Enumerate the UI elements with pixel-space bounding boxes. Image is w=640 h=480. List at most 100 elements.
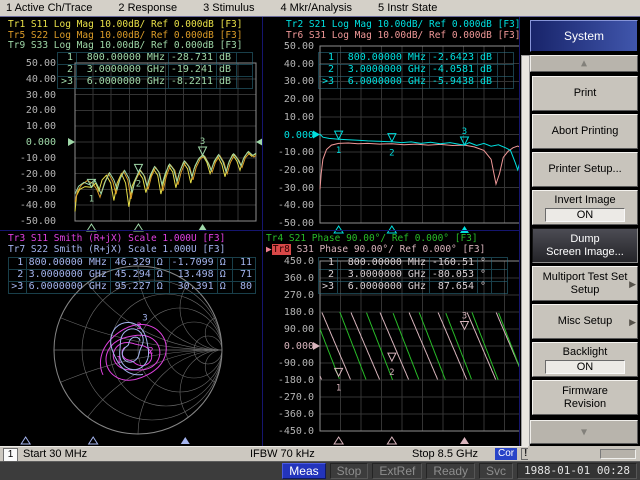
marker-row: >36.0000000 GHz-8.2211dB [57, 77, 253, 89]
softkey-abort-printing[interactable]: Abort Printing [532, 114, 638, 149]
marker-cell: >3 [8, 282, 27, 293]
marker-cell [237, 77, 253, 88]
marker-cell: 3.0000000 GHz [27, 270, 111, 281]
smith-marker-label: 2 [148, 346, 153, 356]
softkey-label: Printer Setup... [548, 163, 621, 176]
vna-screen: 1 Active Ch/Trace 2 Response 3 Stimulus 4 M… [0, 0, 640, 480]
marker-3-label: 3 [200, 137, 205, 147]
tr-y-axis-label: -10.00 [264, 147, 314, 158]
marker-cell: >3 [318, 77, 338, 88]
softkey-misc-setup[interactable]: Misc Setup▶ [532, 304, 638, 339]
tl-y-axis-label: -10.00 [6, 153, 56, 164]
active-trace-arrow-icon: ▶ [266, 244, 272, 255]
softkey-label: Misc Setup [558, 315, 612, 328]
softkey-label: Setup [571, 284, 600, 297]
marker-cell: 87.654 [430, 282, 478, 293]
softkey-multiport-test-set-setup[interactable]: Multiport Test SetSetup▶ [532, 266, 638, 301]
marker-cell: 2 [318, 65, 338, 76]
down-triangle-icon: ▼ [581, 427, 587, 438]
softkey-menu-footer [528, 446, 640, 461]
tl-y-axis-label: -40.00 [6, 200, 56, 211]
menu-item-1[interactable]: 1 Active Ch/Trace [6, 2, 92, 14]
instrument-status-bar: MeasStopExtRefReadySvc1988-01-01 00:28 [0, 461, 640, 480]
marker-cell: 2 [8, 270, 27, 281]
tr-y-axis-label: 30.00 [264, 76, 314, 87]
menu-item-2[interactable]: 2 Response [118, 2, 177, 14]
softkey-label: Screen Image... [546, 246, 624, 259]
smith-marker-label: 3 [136, 322, 141, 332]
tr-y-axis-label: 0.000 [264, 130, 314, 141]
marker-cell: Ω [218, 258, 233, 269]
softkey-scroll-down-button[interactable]: ▼ [530, 420, 638, 444]
tr-header-1: Tr2 S21 Log Mag 10.00dB/ Ref 0.000dB [F3… [286, 20, 521, 31]
tr-y-axis-label: 10.00 [264, 112, 314, 123]
menu-item-5[interactable]: 5 Instr State [378, 2, 437, 14]
datetime-display: 1988-01-01 00:28 [517, 463, 637, 479]
softkey-print[interactable]: Print [532, 76, 638, 111]
marker-row: >36.0000000 GHz-5.9438dB [318, 77, 514, 89]
softkey-label: Revision [564, 398, 606, 411]
status-badge-svc: Svc [479, 463, 513, 479]
panel-divider-vertical [262, 17, 263, 446]
softkey-dump-screen-image[interactable]: DumpScreen Image... [532, 228, 638, 263]
stimulus-marker-triangle [89, 437, 98, 444]
softkey-label: Multiport Test Set [543, 271, 628, 284]
marker-cell: 800.00000 MHz [77, 53, 169, 64]
start-frequency-label: Start 30 MHz [23, 448, 87, 460]
marker-cell: 80 [233, 282, 256, 293]
marker-cell: 3.0000000 GHz [77, 65, 169, 76]
marker-cell: dB [478, 53, 498, 64]
marker-cell: dB [217, 65, 237, 76]
tr-y-axis-label: 20.00 [264, 94, 314, 105]
softkey-scroll-up-button[interactable]: ▲ [530, 55, 638, 72]
softkey-label: Backlight [563, 346, 608, 359]
softkey-printer-setup[interactable]: Printer Setup... [532, 152, 638, 187]
marker-1-triangle-icon [335, 131, 343, 139]
tl-y-axis-label: 0.000 [6, 137, 56, 148]
softkey-backlight[interactable]: BacklightON [532, 342, 638, 377]
marker-cell: 1 [8, 258, 27, 269]
tr-marker-table: 1800.00000 MHz-2.6423dB23.0000000 GHz-4.… [318, 52, 514, 89]
ref-level-arrow-left [313, 342, 320, 350]
tr-header-2: Tr6 S31 Log Mag 10.00dB/ Ref 0.000dB [F3… [286, 31, 521, 42]
br-y-axis-label: 360.0 [264, 273, 314, 284]
marker-cell: ° [478, 282, 492, 293]
panel-divider-horizontal [0, 230, 519, 231]
up-triangle-icon: ▲ [581, 58, 587, 69]
tl-y-axis-label: -30.00 [6, 184, 56, 195]
stop-frequency-label: Stop 8.5 GHz [412, 448, 478, 460]
footer-inset [600, 449, 636, 459]
softkey-invert-image[interactable]: Invert ImageON [532, 190, 638, 225]
tl-y-axis-label: 30.00 [6, 90, 56, 101]
marker-cell: Ω [155, 258, 170, 269]
menu-item-3[interactable]: 3 Stimulus [203, 2, 254, 14]
menu-item-4[interactable]: 4 Mkr/Analysis [280, 2, 352, 14]
softkey-label: Print [574, 87, 597, 100]
marker-cell: -8.2211 [169, 77, 217, 88]
status-badge-meas: Meas [282, 463, 325, 479]
marker-cell: 6.0000000 GHz [338, 77, 430, 88]
marker-cell: 6.0000000 GHz [77, 77, 169, 88]
br-y-axis-label: 0.000 [264, 341, 314, 352]
softkey-scrollbar[interactable] [521, 55, 530, 447]
smith-marker-label: 3 [142, 314, 147, 324]
marker-cell: -4.0581 [430, 65, 478, 76]
marker-cell: >3 [57, 77, 77, 88]
marker-cell: ° [478, 258, 492, 269]
marker-cell: 13.498 [170, 270, 218, 281]
marker-2-triangle-icon [388, 353, 396, 361]
marker-cell: 6.0000000 GHz [338, 282, 430, 293]
tl-y-axis-label: 10.00 [6, 121, 56, 132]
marker-2-label: 2 [136, 179, 141, 189]
marker-cell [492, 258, 508, 269]
active-trace-badge: Tr8 [272, 244, 291, 255]
softkey-label: Invert Image [554, 194, 615, 207]
softkey-firmware-revision[interactable]: FirmwareRevision [532, 380, 638, 415]
stimulus-marker-triangle [334, 437, 343, 444]
marker-cell: >3 [318, 282, 338, 293]
bl-marker-table: 1800.00000 MHz46.329Ω-1.7099Ω1123.000000… [8, 257, 256, 294]
marker-cell [498, 53, 514, 64]
marker-cell: 1 [57, 53, 77, 64]
ref-level-arrow-left [313, 131, 320, 139]
marker-cell: ° [478, 270, 492, 281]
